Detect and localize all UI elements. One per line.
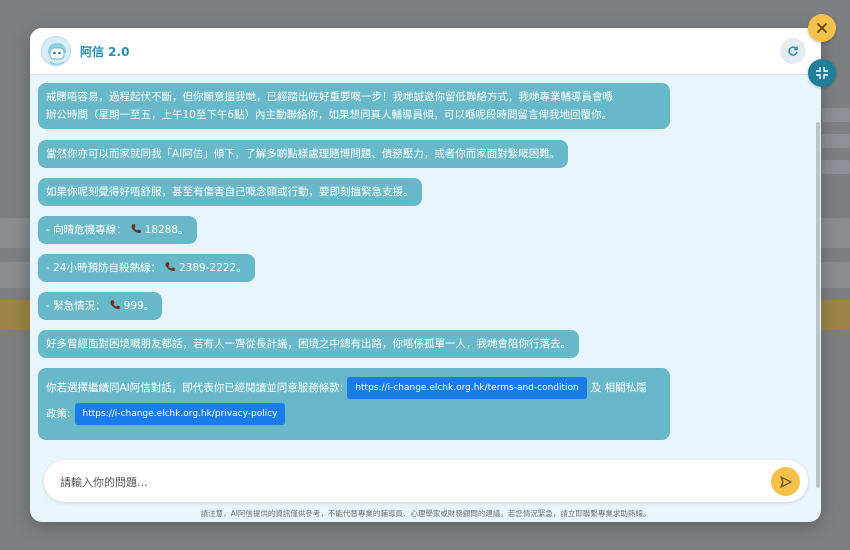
refresh-button[interactable]	[780, 38, 806, 64]
scrollbar[interactable]	[816, 122, 820, 488]
bot-message: 戒賭唔容易，過程起伏不斷，但你願意搵我哋，已經踏出咗好重要嘅一步！我哋誠邀你留低…	[38, 83, 670, 129]
bot-message: 好多曾經面對困境嘅朋友都話，若有人一齊從長計議，困境之中總有出路，你唔係孤單一人…	[38, 330, 579, 358]
background-nav-item	[822, 134, 850, 148]
message-text: 辦公時間（星期一至五，上午10至下午6點）內主動聯絡你，如果想同真人輔導員傾，可…	[46, 109, 613, 121]
hotline-number: 2389-2222	[179, 262, 237, 274]
chat-header: 阿信 2.0	[30, 28, 821, 75]
bot-message: 如果你呢刻覺得好唔舒服，甚至有傷害自己嘅念頭或行動，要即刻搵緊急支援。	[38, 178, 422, 206]
phone-icon	[165, 262, 175, 272]
close-icon	[817, 23, 827, 33]
message-text: 及 相關私隱	[590, 382, 647, 394]
disclaimer-text: 請注意，AI阿信提供的資訊僅供參考，不能代替專業的輔導員、心理學家或財務顧問的建…	[200, 509, 651, 518]
phone-icon	[110, 300, 120, 310]
background-nav-item	[822, 160, 850, 174]
message-text: 你若選擇繼續同AI阿信對話，即代表你已經閱讀並同意服務條款:	[46, 382, 344, 394]
chat-title: 阿信 2.0	[80, 45, 130, 59]
terms-link[interactable]: https://i-change.elchk.org.hk/terms-and-…	[347, 377, 587, 399]
bot-message-hotline: - 緊急情況： 999。	[38, 292, 163, 320]
message-text: 政策:	[46, 408, 71, 420]
hotline-number: 999	[123, 300, 144, 312]
bot-message-hotline: - 向晴危機專線： 18288。	[38, 216, 197, 244]
chat-modal: 阿信 2.0 戒賭唔容易，過程起伏不斷，但你願意搵我哋，已經踏出咗好重要嘅一步！…	[30, 28, 821, 522]
close-button[interactable]	[808, 14, 836, 42]
message-text: 當然你亦可以而家就同我「AI阿信」傾下，了解多啲點樣處理賭博問題、債務壓力，或者…	[46, 148, 561, 160]
background-nav-item	[822, 108, 850, 122]
message-input-container	[44, 460, 808, 502]
message-text: - 向晴危機專線：	[46, 224, 127, 236]
bot-message-terms: 你若選擇繼續同AI阿信對話，即代表你已經閱讀並同意服務條款: https://i-…	[38, 368, 670, 440]
message-text: 。	[178, 224, 189, 236]
privacy-link[interactable]: https://i-change.elchk.org.hk/privacy-po…	[74, 403, 286, 425]
bot-message-hotline: - 24小時預防自殺熱線： 2389-2222。	[38, 254, 255, 282]
hotline-number: 18288	[144, 224, 179, 236]
send-icon	[779, 475, 792, 488]
bot-message: 當然你亦可以而家就同我「AI阿信」傾下，了解多啲點樣處理賭博問題、債務壓力，或者…	[38, 140, 569, 168]
message-input[interactable]	[58, 469, 752, 495]
collapse-button[interactable]	[808, 59, 836, 87]
collapse-icon	[816, 67, 828, 79]
message-text: 戒賭唔容易，過程起伏不斷，但你願意搵我哋，已經踏出咗好重要嘅一步！我哋誠邀你留低…	[46, 91, 613, 103]
message-text: 。	[143, 300, 155, 312]
refresh-icon	[788, 46, 798, 56]
message-text: 如果你呢刻覺得好唔舒服，甚至有傷害自己嘅念頭或行動，要即刻搵緊急支援。	[46, 186, 414, 198]
message-text: 好多曾經面對困境嘅朋友都話，若有人一齊從長計議，困境之中總有出路，你唔係孤單一人…	[46, 338, 571, 350]
phone-icon	[131, 224, 141, 234]
message-text: - 24小時預防自殺熱線：	[46, 262, 161, 274]
message-list[interactable]: 戒賭唔容易，過程起伏不斷，但你願意搵我哋，已經踏出咗好重要嘅一步！我哋誠邀你留低…	[30, 74, 821, 488]
robot-avatar-icon	[41, 36, 71, 66]
message-text: 。	[236, 262, 247, 274]
send-button[interactable]	[771, 467, 800, 496]
message-text: - 緊急情況：	[46, 300, 106, 312]
